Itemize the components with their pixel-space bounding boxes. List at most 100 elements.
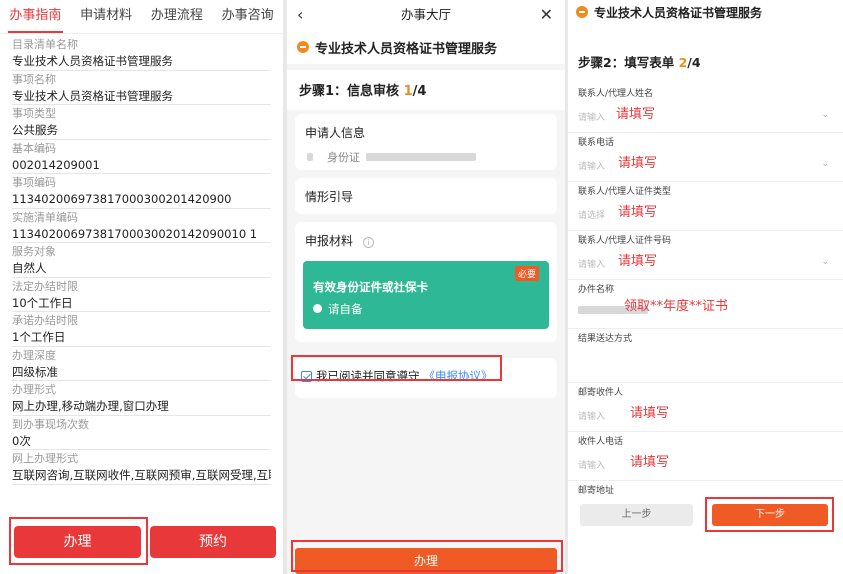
material-item[interactable]: 必要 有效身份证件或社保卡 请自备 xyxy=(303,261,549,329)
id-label: 身份证 xyxy=(327,151,360,164)
service-header: 专业技术人员资格证书管理服务 xyxy=(568,0,843,24)
step-buttons: 上一步 下一步 xyxy=(568,494,843,534)
step-indicator: 步骤2：填写表单 2/4 xyxy=(568,40,843,84)
info-value: 专业技术人员资格证书管理服务 xyxy=(12,54,173,68)
situation-title: 情形引导 xyxy=(305,190,354,204)
next-button[interactable]: 下一步 xyxy=(712,504,828,526)
step-label: 步骤1：信息审核 xyxy=(299,84,400,99)
agree-text: 我已阅读并同意遵守 xyxy=(316,369,420,383)
info-label: 网上办理形式 xyxy=(12,452,78,465)
info-row: 事项编码 113402006973817000300201420900 xyxy=(12,174,271,209)
info-row: 法定办结时限 10个工作日 xyxy=(12,278,271,312)
field-annotation: 请填写 xyxy=(618,254,658,269)
info-row: 网上办理形式 互联网咨询,互联网收件,互联网预审,互联网受理,互联网 xyxy=(12,450,271,485)
info-label: 办理形式 xyxy=(12,383,56,396)
step-current: 1 xyxy=(403,84,413,99)
info-value: 四级标准 xyxy=(12,364,58,379)
close-icon[interactable]: ✕ xyxy=(540,5,553,24)
id-redacted xyxy=(366,153,476,161)
step2-panel: 专业技术人员资格证书管理服务 步骤2：填写表单 2/4 联系人/代理人姓名 请输入… xyxy=(568,0,843,574)
field-annotation: 请填写 xyxy=(630,455,670,470)
form-field[interactable]: 邮寄收件人请输入 请填写 xyxy=(568,383,843,432)
info-label: 到办事现场次数 xyxy=(12,417,89,431)
form-field[interactable]: 联系人/代理人证件号码 请输入 请填写 ⌄ xyxy=(568,231,843,280)
info-row: 事项类型 公共服务 xyxy=(12,105,271,140)
materials-label: 申报材料 xyxy=(305,234,354,248)
prev-button[interactable]: 上一步 xyxy=(580,504,693,526)
info-value: 网上办理,移动端办理,窗口办理 xyxy=(12,399,169,413)
info-label: 办理深度 xyxy=(12,348,56,362)
applicant-title: 申请人信息 xyxy=(305,126,366,140)
tab-guide[interactable]: 办事指南 xyxy=(0,0,71,33)
form-fields: 联系人/代理人姓名 请输入 请填写 ⌄ 联系电话 请输入 请填写 ⌄ 联系人/代理人证件类型 请选… xyxy=(568,84,843,530)
field-label: 联系人/代理人姓名 xyxy=(578,89,654,99)
chevron-down-icon[interactable]: ⌄ xyxy=(821,257,829,267)
field-label: 收件人电话 xyxy=(578,437,624,447)
field-annotation: 请填写 xyxy=(630,406,670,421)
form-field[interactable]: 联系人/代理人证件类型 请选择 请填写 xyxy=(568,182,843,231)
field-label: 邮寄收件人 xyxy=(578,388,624,398)
field-input[interactable]: 请输入 xyxy=(578,110,605,123)
info-row: 到办事现场次数 0次 xyxy=(12,416,271,450)
agreement-link[interactable]: 《申报协议》 xyxy=(424,368,493,384)
field-label: 结果送达方式 xyxy=(578,334,633,344)
guide-action-bar: 办理 预约 xyxy=(0,517,283,574)
chevron-down-icon[interactable]: ⌄ xyxy=(821,159,829,169)
service-title: 专业技术人员资格证书管理服务 xyxy=(315,41,498,57)
info-row: 基本编码 002014209001 xyxy=(12,140,271,174)
id-row: 身份证 xyxy=(295,141,557,173)
info-value: 113402006973817000300201420900 xyxy=(12,192,232,206)
form-field[interactable]: 收件人电话请输入 请填写 xyxy=(568,432,843,481)
tab-consult[interactable]: 办事咨询 xyxy=(212,0,283,33)
form-field[interactable]: 办件名称 领取**年度**证书 xyxy=(568,280,843,329)
field-label: 联系人/代理人证件号码 xyxy=(578,236,672,246)
info-label: 实施清单编码 xyxy=(12,210,78,224)
info-value: 自然人 xyxy=(12,261,47,275)
required-badge: 必要 xyxy=(514,266,539,281)
field-input[interactable]: 请选择 xyxy=(578,208,605,221)
service-icon xyxy=(576,6,588,18)
step-total: /4 xyxy=(687,55,701,70)
chevron-down-icon[interactable]: ⌄ xyxy=(821,110,829,120)
materials-card: 申报材料 i 必要 有效身份证件或社保卡 请自备 xyxy=(295,222,557,342)
submit-button[interactable]: 办理 xyxy=(295,548,557,574)
info-value: 11340200697381700030020142090010 1 xyxy=(12,226,258,241)
field-input[interactable]: 请输入 xyxy=(578,458,605,471)
agreement-row[interactable]: 我已阅读并同意遵守 《申报协议》 xyxy=(295,358,557,394)
form-field[interactable]: 结果送达方式 xyxy=(568,329,843,383)
situation-card[interactable]: 情形引导 xyxy=(295,178,557,214)
step1-panel: ‹ 办事大厅 ✕ 专业技术人员资格证书管理服务 步骤1：信息审核 1/4 申请人… xyxy=(287,0,565,574)
tab-process[interactable]: 办理流程 xyxy=(142,0,213,33)
info-icon[interactable]: i xyxy=(362,237,374,248)
form-field[interactable]: 联系人/代理人姓名 请输入 请填写 ⌄ xyxy=(568,84,843,133)
info-value: 公共服务 xyxy=(12,123,58,137)
info-row: 承诺办结时限 1个工作日 xyxy=(12,312,271,347)
alert-icon xyxy=(313,304,322,313)
field-annotation: 请填写 xyxy=(618,205,658,220)
tab-materials[interactable]: 申请材料 xyxy=(71,0,142,33)
field-input[interactable]: 请输入 xyxy=(578,409,605,422)
handle-button[interactable]: 办理 xyxy=(14,526,141,558)
reserve-button[interactable]: 预约 xyxy=(150,526,276,558)
material-note: 请自备 xyxy=(313,301,363,317)
info-value: 专业技术人员资格证书管理服务 xyxy=(12,88,173,103)
field-annotation: 请填写 xyxy=(616,107,656,122)
step-indicator: 步骤1：信息审核 1/4 xyxy=(287,70,565,110)
field-input[interactable]: 请输入 xyxy=(578,159,605,172)
info-label: 服务对象 xyxy=(12,245,56,258)
back-icon[interactable]: ‹ xyxy=(297,5,303,24)
info-label: 事项名称 xyxy=(12,72,56,86)
agreement-card: 我已阅读并同意遵守 《申报协议》 xyxy=(295,358,557,398)
field-input[interactable]: 请输入 xyxy=(578,257,605,270)
checkbox-icon[interactable] xyxy=(301,370,312,382)
guide-info-list: 目录清单名称 专业技术人员资格证书管理服务 事项名称 专业技术人员资格证书管理服务 事项… xyxy=(0,34,283,485)
applicant-card[interactable]: 申请人信息 身份证 xyxy=(295,114,557,170)
info-value: 0次 xyxy=(12,433,31,448)
field-annotation: 领取**年度**证书 xyxy=(624,299,729,314)
info-row: 办理深度 四级标准 xyxy=(12,347,271,381)
info-row: 办理形式网上办理,移动端办理,窗口办理 xyxy=(12,381,271,416)
step-total: /4 xyxy=(412,84,427,99)
form-field[interactable]: 联系电话 请输入 请填写 ⌄ xyxy=(568,133,843,182)
field-label: 联系人/代理人证件类型 xyxy=(578,187,672,197)
info-row: 事项名称专业技术人员资格证书管理服务 xyxy=(12,71,271,105)
